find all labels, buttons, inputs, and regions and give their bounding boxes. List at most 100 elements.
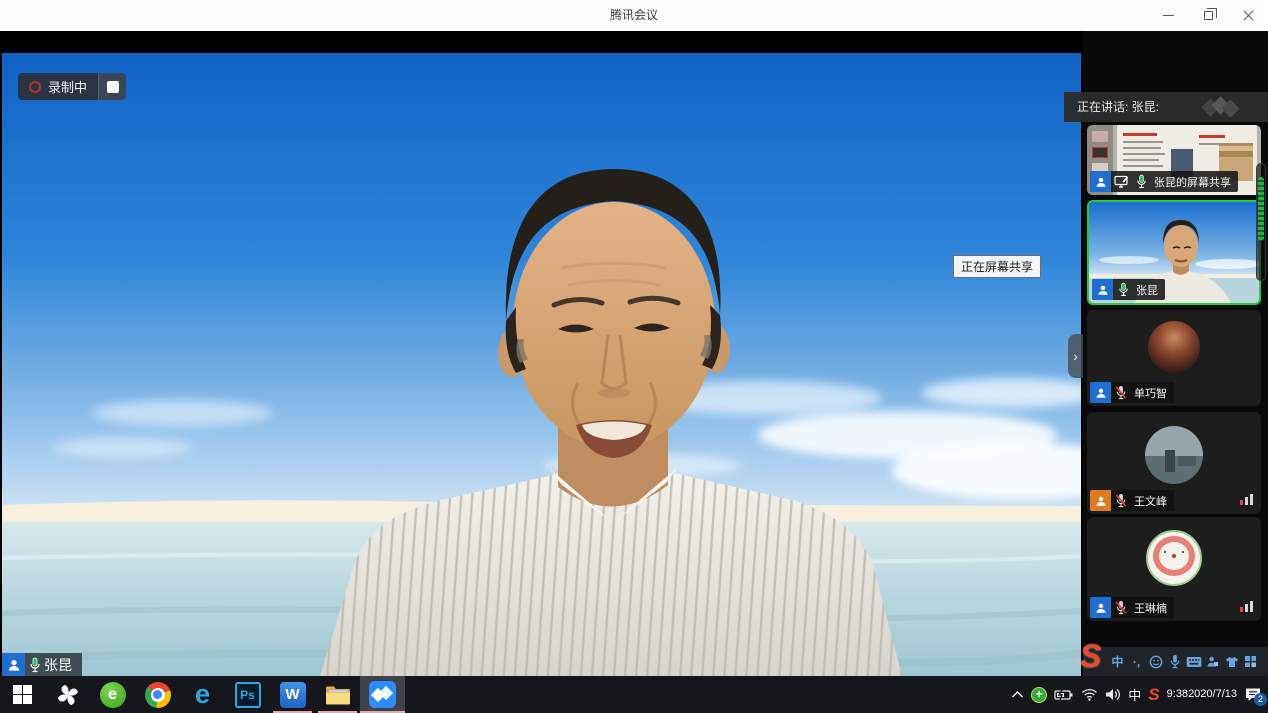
- meeting-logo-icon: [1200, 98, 1240, 116]
- wps-icon: W: [280, 682, 306, 708]
- clock-time: 9:38: [1167, 687, 1188, 702]
- taskbar-app-edge[interactable]: e: [180, 676, 225, 713]
- chevron-right-icon: ›: [1073, 348, 1078, 364]
- sidebar-collapse-tab[interactable]: ›: [1068, 334, 1083, 378]
- participant-name: 张昆: [1133, 282, 1165, 298]
- volume-icon[interactable]: [1105, 688, 1121, 701]
- taskbar-app-photoshop[interactable]: Ps: [225, 676, 270, 713]
- mic-muted-icon: [1111, 493, 1131, 508]
- ime-punctuation-button[interactable]: ·,: [1128, 655, 1145, 669]
- ime-skin-icon[interactable]: [1223, 656, 1240, 668]
- taskbar-app-wps[interactable]: W: [270, 676, 315, 713]
- photoshop-icon: Ps: [235, 682, 261, 708]
- participant-name: 王文峰: [1131, 493, 1174, 509]
- participant-name-bar: 王文峰: [1090, 490, 1174, 511]
- member-icon: [1090, 171, 1111, 192]
- participant-name-bar: 王琳楠: [1090, 597, 1174, 618]
- participant-name: 张昆的屏幕共享: [1151, 174, 1238, 190]
- emoji-icon[interactable]: [1147, 655, 1164, 669]
- sogou-tray-icon[interactable]: S: [1148, 685, 1159, 705]
- screen-share-icon: [1111, 175, 1131, 188]
- tencent-meeting-icon: [369, 681, 396, 708]
- mic-on-icon: [1113, 282, 1133, 297]
- member-icon: [1092, 279, 1113, 300]
- system-tray: + 中 S 9:38 2020/7/13 2: [1011, 676, 1266, 713]
- window-title: 腾讯会议: [0, 0, 1268, 31]
- stop-recording-button[interactable]: [98, 73, 126, 100]
- sogou-logo-icon[interactable]: S: [1080, 640, 1101, 672]
- ime-chinese-mode-button[interactable]: 中: [1109, 653, 1126, 670]
- sogou-ime-toolbar: S 中 ·,: [1083, 647, 1268, 676]
- avatar: [1146, 530, 1202, 586]
- scrollbar-thumb[interactable]: [1258, 177, 1264, 241]
- taskbar-app-360-browser[interactable]: e: [90, 676, 135, 713]
- taskbar-app-tencent-meeting[interactable]: [360, 676, 405, 713]
- mic-on-icon: [1131, 174, 1151, 189]
- recording-indicator: 录制中: [18, 73, 126, 100]
- edge-icon: e: [195, 681, 210, 708]
- meeting-content: 录制中 正在屏幕共享 › 张昆: [0, 31, 1268, 676]
- participant-name-bar: 单巧智: [1090, 382, 1174, 403]
- taskbar-app-pinwheel[interactable]: [45, 676, 90, 713]
- action-center-button[interactable]: 2: [1244, 687, 1262, 703]
- participant-tile-screen-share[interactable]: 张昆的屏幕共享: [1087, 125, 1261, 195]
- now-speaking-banner: 正在讲话: 张昆:: [1064, 92, 1268, 122]
- voice-input-icon[interactable]: [1166, 654, 1183, 669]
- participant-tile-shanqiaozhi[interactable]: 单巧智: [1087, 310, 1261, 406]
- tray-antivirus-icon[interactable]: +: [1031, 687, 1047, 703]
- battery-icon[interactable]: [1054, 689, 1074, 701]
- restore-button[interactable]: [1188, 0, 1228, 31]
- member-icon: [2, 653, 25, 676]
- ime-toolbox-icon[interactable]: [1242, 655, 1259, 668]
- participant-name-bar: 张昆: [1092, 279, 1165, 300]
- close-icon: [1243, 10, 1254, 21]
- now-speaking-text: 正在讲话: 张昆:: [1077, 100, 1159, 114]
- participant-tile-zhangkun[interactable]: 张昆: [1087, 200, 1261, 305]
- participant-tile-wanglinnan[interactable]: 王琳楠: [1087, 517, 1261, 621]
- ime-mode-indicator[interactable]: 中: [1128, 685, 1141, 704]
- chevron-up-icon: [1011, 690, 1024, 699]
- mic-muted-icon: [1111, 600, 1131, 615]
- taskbar-app-chrome[interactable]: [135, 676, 180, 713]
- main-video: 录制中 正在屏幕共享 › 张昆: [0, 31, 1083, 676]
- notification-count-badge: 2: [1254, 693, 1267, 706]
- tray-expand-button[interactable]: [1011, 690, 1024, 699]
- pinwheel-app-icon: [56, 683, 80, 707]
- participant-tile-wangwenfeng[interactable]: 王文峰: [1087, 412, 1261, 514]
- taskbar-clock[interactable]: 9:38 2020/7/13: [1167, 687, 1237, 702]
- green-browser-icon: e: [100, 682, 126, 708]
- ime-user-icon[interactable]: [1204, 655, 1221, 668]
- recording-status: 录制中: [18, 73, 98, 100]
- taskbar-app-file-explorer[interactable]: [315, 676, 360, 713]
- title-bar: 腾讯会议: [0, 0, 1268, 31]
- wifi-icon[interactable]: [1081, 688, 1098, 701]
- recording-label: 录制中: [48, 77, 87, 96]
- chrome-icon: [145, 682, 171, 708]
- record-dot-icon: [29, 81, 41, 93]
- sidebar-scrollbar[interactable]: [1256, 163, 1266, 281]
- participant-name: 单巧智: [1131, 385, 1174, 401]
- avatar: [1145, 426, 1203, 484]
- tencent-meeting-window: 腾讯会议: [0, 0, 1268, 713]
- stop-icon: [107, 81, 119, 93]
- member-icon: [1090, 382, 1111, 403]
- participants-sidebar: 正在讲话: 张昆:: [1083, 31, 1268, 676]
- mic-on-icon: [29, 657, 41, 673]
- network-signal-icon: [1240, 601, 1253, 612]
- window-controls: [1148, 0, 1268, 31]
- member-icon: [1090, 597, 1111, 618]
- minimize-button[interactable]: [1148, 0, 1188, 31]
- speaker-name: 张昆: [44, 655, 72, 675]
- soft-keyboard-icon[interactable]: [1185, 656, 1202, 668]
- start-button[interactable]: [0, 676, 45, 713]
- restore-icon: [1204, 11, 1213, 20]
- beach-video-frame: [2, 53, 1081, 676]
- windows-logo-icon: [13, 685, 32, 704]
- participant-name-bar: 张昆的屏幕共享: [1090, 171, 1238, 192]
- clock-date: 2020/7/13: [1188, 687, 1237, 702]
- mic-muted-icon: [1111, 385, 1131, 400]
- close-button[interactable]: [1228, 0, 1268, 31]
- avatar: [1148, 321, 1200, 373]
- minimize-icon: [1163, 15, 1174, 16]
- screen-share-status-tooltip: 正在屏幕共享: [953, 255, 1041, 278]
